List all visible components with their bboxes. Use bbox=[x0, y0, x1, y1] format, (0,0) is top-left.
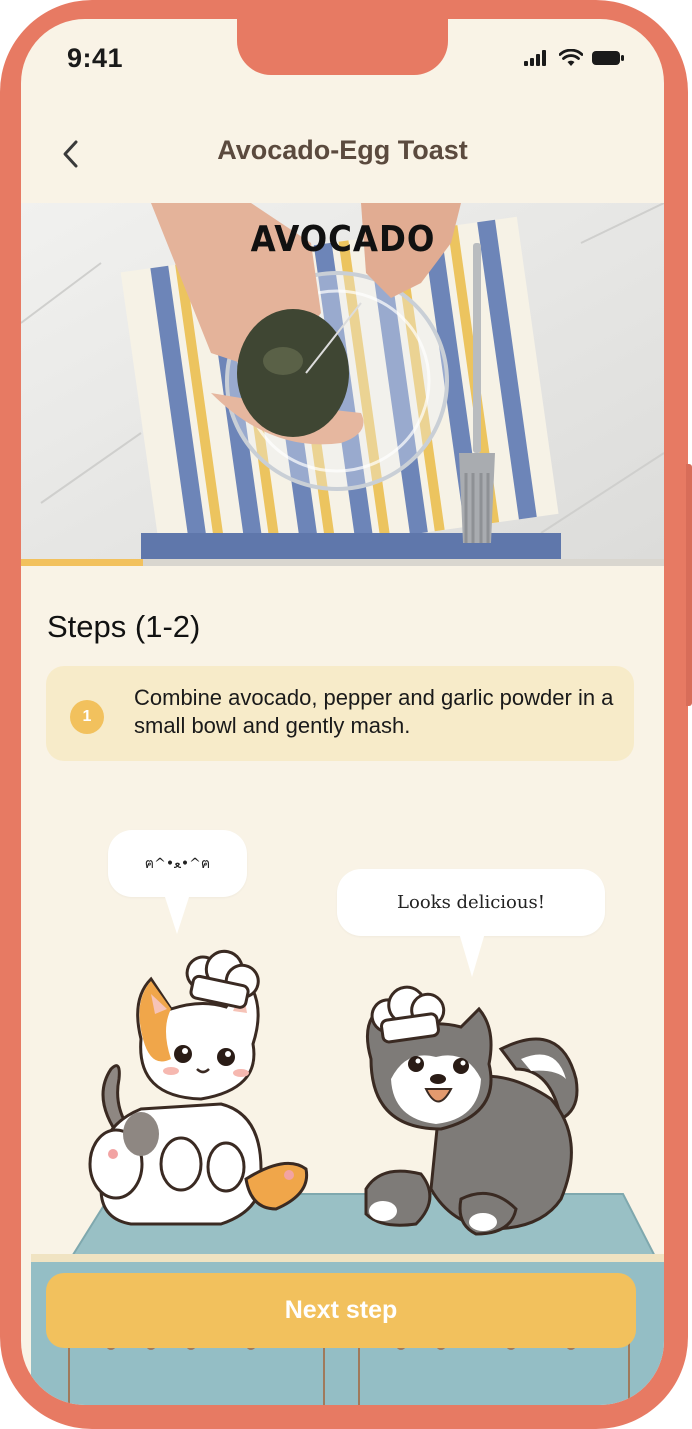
video-overlay-text: AVOCADO bbox=[251, 219, 436, 260]
battery-icon bbox=[592, 51, 624, 65]
video-progress-bar[interactable] bbox=[21, 559, 664, 566]
next-step-button[interactable]: Next step bbox=[46, 1273, 636, 1348]
video-progress-fill bbox=[21, 559, 144, 566]
video-frame-illustration: AVOCADO bbox=[21, 203, 664, 559]
recipe-video[interactable]: AVOCADO bbox=[21, 203, 664, 559]
step-instruction: Combine avocado, pepper and garlic powde… bbox=[134, 685, 614, 738]
notch bbox=[237, 19, 448, 75]
steps-heading: Steps (1-2) bbox=[47, 609, 201, 644]
step-number-badge: 1 bbox=[70, 700, 104, 734]
cat-speech-bubble: ฅ^•ﻌ•^ฅ bbox=[108, 830, 247, 934]
dog-speech-bubble: Looks delicious! bbox=[337, 869, 605, 977]
phone-side-button bbox=[686, 464, 692, 706]
step-card: 1 Combine avocado, pepper and garlic pow… bbox=[46, 666, 634, 761]
wifi-icon bbox=[559, 49, 583, 66]
cat-speech-text: ฅ^•ﻌ•^ฅ bbox=[144, 855, 211, 872]
status-time: 9:41 bbox=[67, 43, 124, 73]
chef-cat-illustration bbox=[88, 949, 309, 1226]
page-title: Avocado-Egg Toast bbox=[217, 135, 468, 165]
chef-dog-illustration bbox=[364, 985, 579, 1236]
app-screen: 9:41 Avocado-Egg Toast AVOCADO Steps (1-… bbox=[21, 19, 664, 1405]
speech-tail bbox=[164, 894, 190, 934]
signal-icon bbox=[524, 50, 546, 66]
dog-speech-text: Looks delicious! bbox=[397, 892, 545, 913]
status-icons bbox=[524, 49, 624, 67]
phone-frame: 9:41 Avocado-Egg Toast AVOCADO Steps (1-… bbox=[0, 0, 688, 1429]
